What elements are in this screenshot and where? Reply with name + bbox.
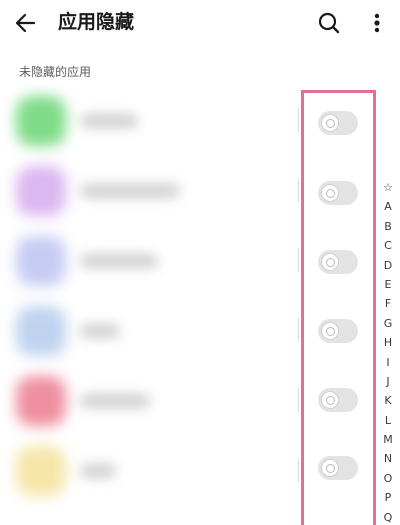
app-row[interactable] [0,162,300,222]
app-name-blurred [80,254,158,268]
hide-app-toggle[interactable] [318,111,358,135]
app-row[interactable] [0,232,300,292]
index-letter[interactable]: N [378,449,398,468]
alphabet-index-bar[interactable]: ☆ A B C D E F G H I J K L M N O P Q [378,178,398,525]
row-divider [298,458,299,482]
row-divider [298,248,299,272]
app-name-blurred [80,324,120,338]
row-divider [298,108,299,132]
hide-app-toggle[interactable] [318,181,358,205]
app-icon [16,236,66,286]
page-title: 应用隐藏 [58,11,135,33]
app-name-blurred [80,114,138,128]
index-letter[interactable]: M [378,430,398,449]
toggle-knob [321,322,339,340]
hide-app-toggle[interactable] [318,456,358,480]
app-icon [16,166,66,216]
app-icon [16,446,66,496]
index-letter[interactable]: G [378,314,398,333]
search-icon[interactable] [315,9,343,37]
app-icon [16,306,66,356]
row-divider [298,388,299,412]
index-letter[interactable]: D [378,256,398,275]
row-divider [298,178,299,202]
index-favorites-star[interactable]: ☆ [378,178,398,197]
section-header-unhidden-apps: 未隐藏的应用 [19,65,92,79]
toggle-knob [321,184,339,202]
index-letter[interactable]: H [378,333,398,352]
hide-app-toggle[interactable] [318,388,358,412]
index-letter[interactable]: F [378,294,398,313]
index-letter[interactable]: B [378,217,398,236]
app-icon [16,96,66,146]
more-vertical-icon[interactable] [365,9,389,37]
index-letter[interactable]: O [378,469,398,488]
app-name-blurred [80,394,150,408]
hide-app-toggle[interactable] [318,319,358,343]
toggle-knob [321,391,339,409]
app-name-blurred [80,184,180,198]
index-letter[interactable]: Q [378,508,398,525]
index-letter[interactable]: P [378,488,398,507]
row-divider [298,318,299,342]
index-letter[interactable]: E [378,275,398,294]
app-row[interactable] [0,302,300,362]
toggle-knob [321,459,339,477]
index-letter[interactable]: K [378,391,398,410]
app-icon [16,376,66,426]
index-letter[interactable]: J [378,372,398,391]
app-name-blurred [80,464,116,478]
toggle-knob [321,253,339,271]
index-letter[interactable]: C [378,236,398,255]
app-row[interactable] [0,372,300,432]
back-arrow-icon[interactable] [12,9,40,37]
index-letter[interactable]: A [378,197,398,216]
top-app-bar: 应用隐藏 [0,0,400,46]
index-letter[interactable]: I [378,353,398,372]
app-row[interactable] [0,442,300,502]
hide-app-toggle[interactable] [318,250,358,274]
app-row[interactable] [0,92,300,152]
toggle-knob [321,114,339,132]
index-letter[interactable]: L [378,411,398,430]
